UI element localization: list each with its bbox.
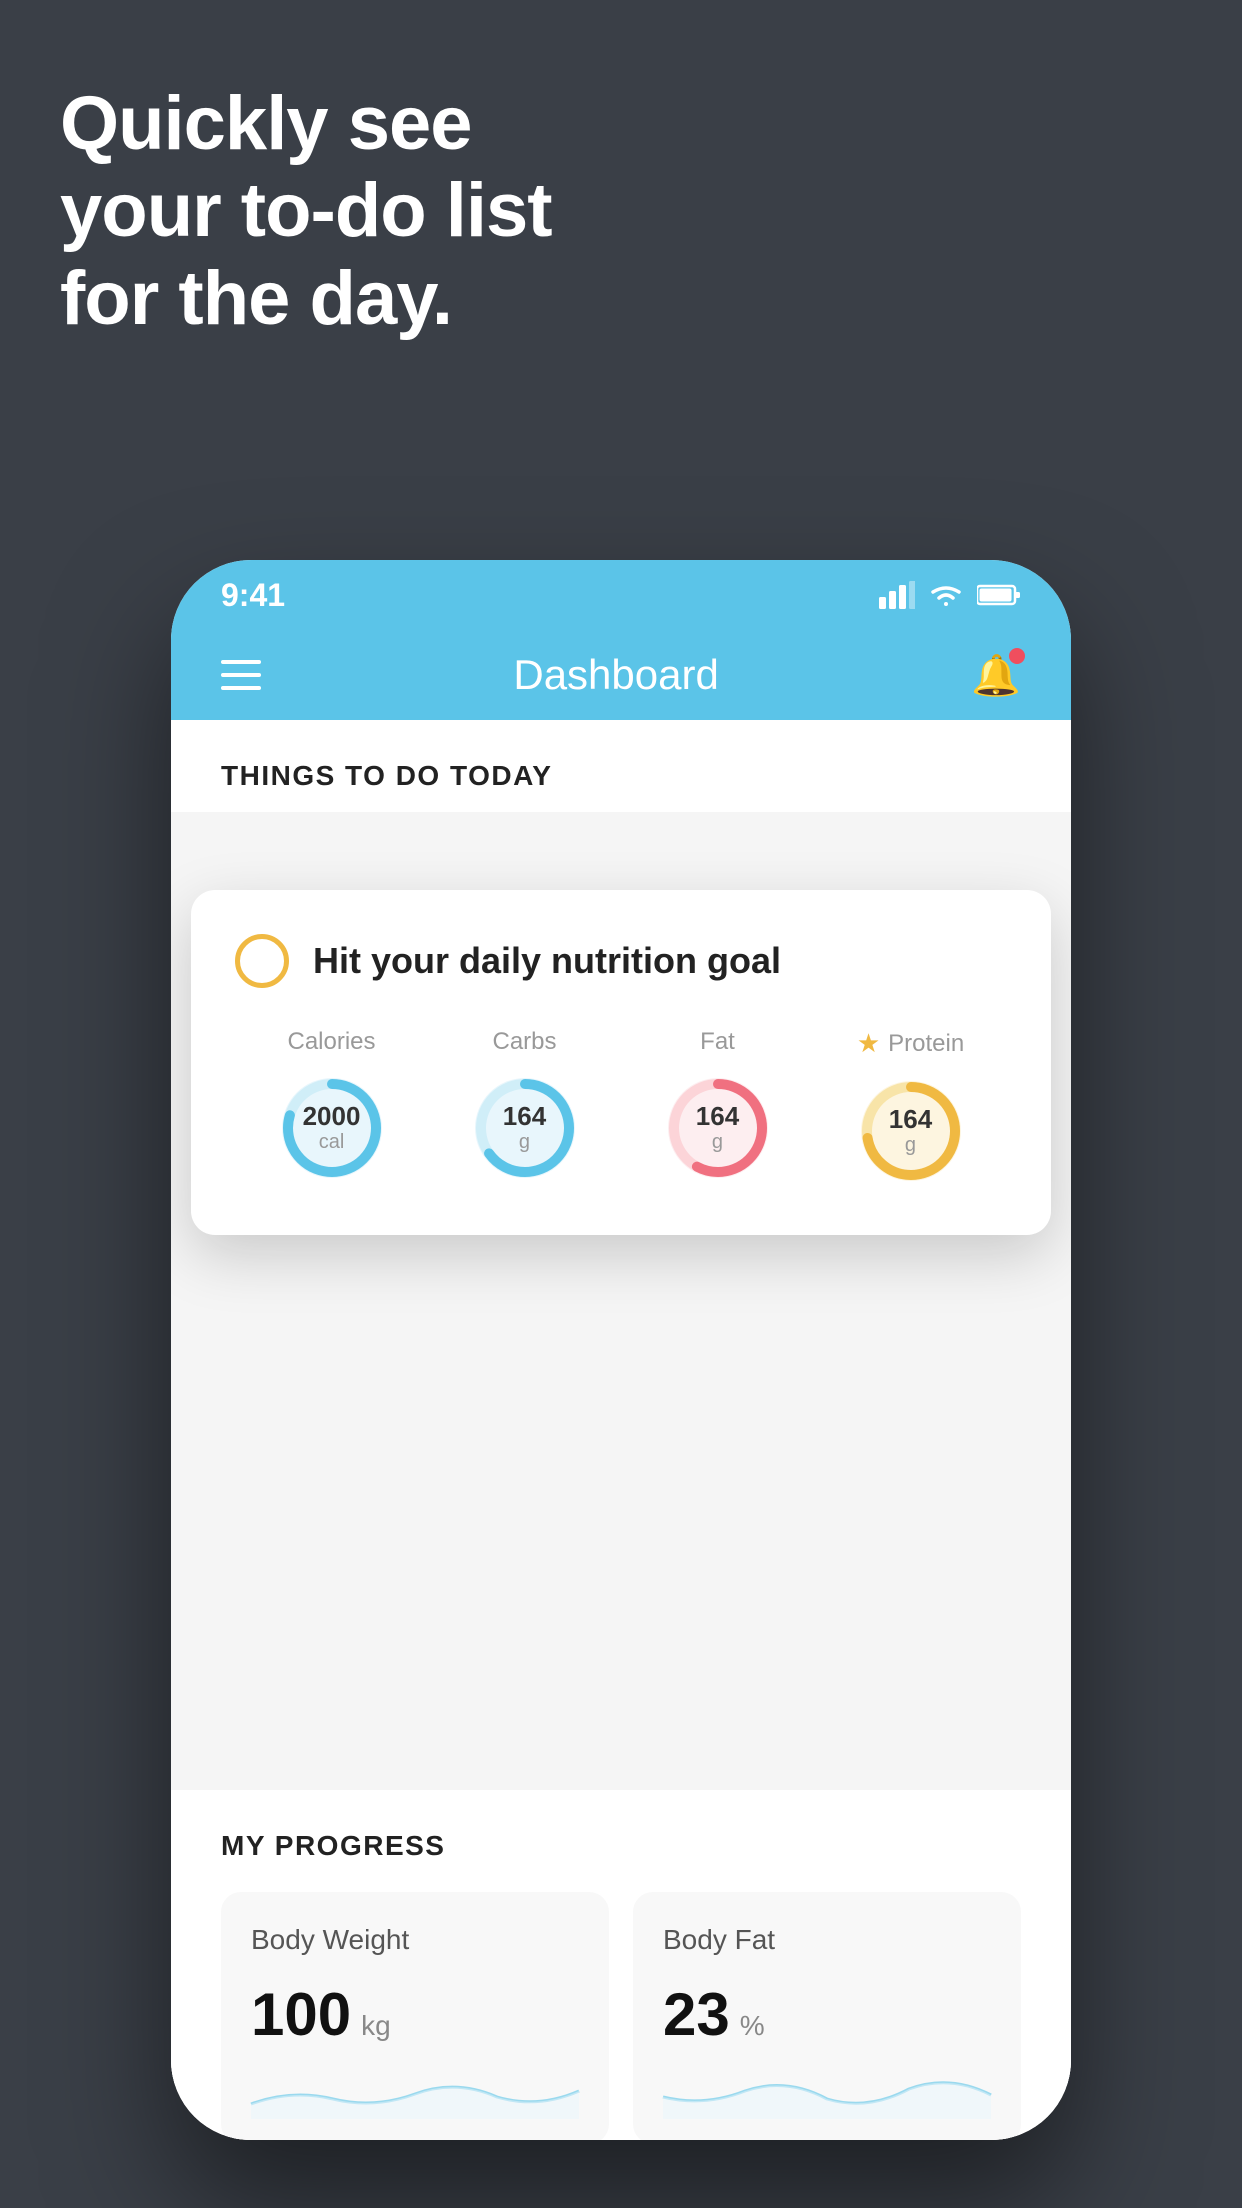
headline-line3: for the day. <box>60 256 452 341</box>
app-headline: Quickly see your to-do list for the day. <box>60 80 552 342</box>
carbs-label: Carbs <box>492 1028 556 1056</box>
status-time: 9:41 <box>221 577 285 614</box>
card-check-circle <box>235 934 289 988</box>
progress-heading: MY PROGRESS <box>221 1830 1021 1862</box>
nutrient-fat: Fat 164 g <box>658 1028 778 1188</box>
hamburger-menu[interactable] <box>221 660 261 690</box>
body-fat-value-row: 23 % <box>663 1980 991 2049</box>
headline-line2: your to-do list <box>60 168 552 253</box>
progress-section: MY PROGRESS Body Weight 100 kg B <box>171 1790 1071 2140</box>
things-heading: THINGS TO DO TODAY <box>171 720 1071 812</box>
app-content: THINGS TO DO TODAY Hit your daily nutrit… <box>171 720 1071 2140</box>
body-fat-value: 23 <box>663 1980 730 2049</box>
phone-mockup: 9:41 D <box>171 560 1071 2140</box>
status-bar: 9:41 <box>171 560 1071 630</box>
nutrition-card[interactable]: Hit your daily nutrition goal Calories 2… <box>191 890 1051 1235</box>
nav-title: Dashboard <box>513 651 718 699</box>
calories-donut: 2000 cal <box>272 1068 392 1188</box>
card-title: Hit your daily nutrition goal <box>313 940 781 982</box>
body-fat-label: Body Fat <box>663 1924 991 1956</box>
nutrient-calories: Calories 2000 cal <box>272 1028 392 1188</box>
body-fat-unit: % <box>740 2010 765 2042</box>
nav-bar: Dashboard 🔔 <box>171 630 1071 720</box>
headline-line1: Quickly see <box>60 81 472 166</box>
nutrients-row: Calories 2000 cal <box>235 1018 1007 1191</box>
fat-label: Fat <box>700 1028 735 1056</box>
body-weight-value: 100 <box>251 1980 351 2049</box>
notification-bell[interactable]: 🔔 <box>971 652 1021 699</box>
status-icons <box>879 581 1021 609</box>
nutrient-protein: ★ Protein 164 g <box>851 1028 971 1191</box>
battery-icon <box>977 583 1021 607</box>
fat-donut: 164 g <box>658 1068 778 1188</box>
body-fat-card[interactable]: Body Fat 23 % <box>633 1892 1021 2140</box>
body-fat-wave <box>663 2069 991 2119</box>
wifi-icon <box>929 582 963 608</box>
carbs-donut: 164 g <box>465 1068 585 1188</box>
body-weight-card[interactable]: Body Weight 100 kg <box>221 1892 609 2140</box>
nutrient-carbs: Carbs 164 g <box>465 1028 585 1188</box>
card-title-row: Hit your daily nutrition goal <box>235 934 1007 988</box>
signal-icon <box>879 581 915 609</box>
body-weight-wave <box>251 2069 579 2119</box>
star-icon: ★ <box>857 1028 880 1059</box>
body-weight-value-row: 100 kg <box>251 1980 579 2049</box>
body-weight-label: Body Weight <box>251 1924 579 1956</box>
protein-donut: 164 g <box>851 1071 971 1191</box>
calories-label: Calories <box>287 1028 375 1056</box>
body-weight-unit: kg <box>361 2010 391 2042</box>
progress-cards: Body Weight 100 kg Body Fat 23 % <box>221 1892 1021 2140</box>
notification-dot <box>1009 648 1025 664</box>
protein-label: ★ Protein <box>857 1028 964 1059</box>
